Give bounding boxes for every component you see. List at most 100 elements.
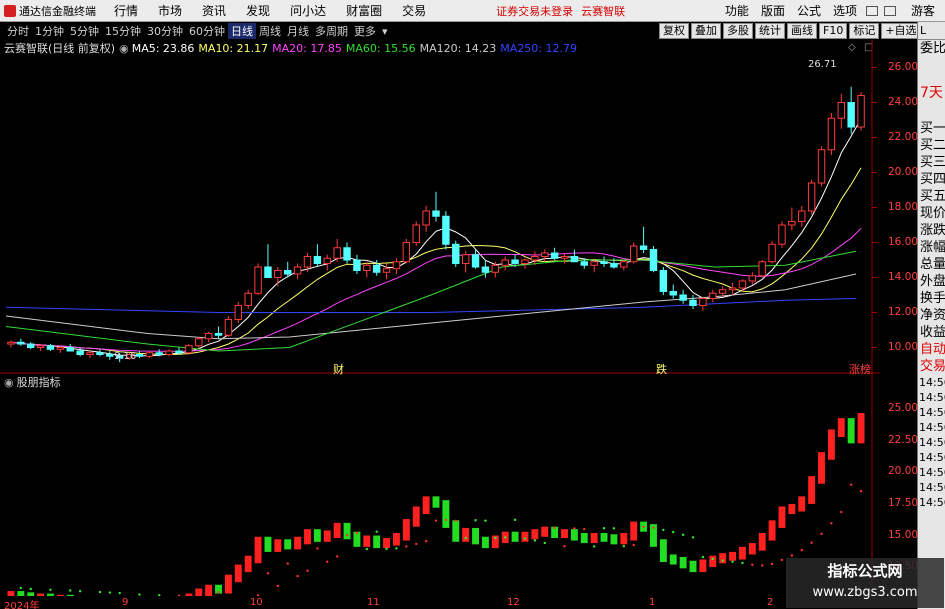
period-monthly[interactable]: 月线: [284, 23, 312, 39]
rp-turnover: 换手: [920, 291, 945, 306]
y-tick-label: 22.50: [888, 433, 919, 446]
candle: [659, 267, 668, 295]
add-favorite-button[interactable]: +自选: [881, 23, 921, 39]
rp-trade[interactable]: 交易: [918, 358, 945, 375]
candle: [778, 221, 786, 248]
trail-dot: [731, 560, 734, 564]
candle: [145, 351, 154, 358]
app-logo-icon: [4, 4, 16, 17]
y-tick-label: 18.00: [888, 200, 919, 213]
candle: [343, 242, 351, 264]
indicator-bar: [709, 555, 717, 568]
indicator-bar: [185, 593, 193, 596]
rp-auto[interactable]: 自动: [918, 341, 945, 358]
menu-layout[interactable]: 版面: [755, 2, 791, 19]
event-top-gainer[interactable]: 涨榜: [849, 361, 871, 377]
candlestick-chart[interactable]: [0, 40, 880, 374]
indicator-bar: [689, 560, 697, 573]
menu-news[interactable]: 资讯: [192, 2, 236, 19]
menu-discover[interactable]: 发现: [236, 2, 280, 19]
period-15min[interactable]: 15分钟: [102, 23, 144, 39]
trail-dot: [217, 591, 220, 594]
trade-login-warning[interactable]: 证券交易未登录: [492, 3, 577, 19]
draw-line-button[interactable]: 画线: [787, 23, 817, 39]
period-intraday[interactable]: 分时: [4, 23, 32, 39]
trail-dot: [385, 547, 388, 551]
trail-dot: [276, 584, 280, 588]
indicator-bar: [738, 546, 746, 560]
trail-dot: [355, 531, 359, 535]
trail-dot: [108, 591, 111, 594]
period-more[interactable]: 更多: [351, 23, 379, 39]
candle: [86, 351, 94, 358]
rp-net-assets: 净资: [920, 308, 945, 323]
window-layout-icon[interactable]: [883, 5, 896, 16]
candle: [788, 207, 796, 231]
y-tick-label: 15.00: [888, 528, 919, 541]
watermark: 指标公式网 www.zbgs3.com: [786, 558, 944, 608]
menu-market-quotes[interactable]: 行情: [104, 2, 148, 19]
trail-dot: [583, 527, 586, 531]
trail-dot: [365, 547, 369, 551]
x-label: 9: [122, 597, 129, 608]
candle: [689, 295, 697, 309]
candles: [7, 86, 865, 363]
trail-dot: [721, 559, 724, 562]
y-tick-label: 25.00: [888, 402, 919, 415]
trail-dot: [681, 533, 685, 536]
event-drop[interactable]: 跌: [656, 361, 667, 377]
adjust-button[interactable]: 复权: [659, 23, 689, 39]
chevron-down-icon[interactable]: ▾: [379, 25, 391, 38]
statistics-button[interactable]: 统计: [755, 23, 785, 39]
indicator-chart[interactable]: [0, 374, 880, 596]
menu-function[interactable]: 功能: [719, 2, 755, 19]
period-daily[interactable]: 日线: [228, 23, 256, 39]
guest-user[interactable]: 游客: [899, 2, 945, 19]
watermark-title: 指标公式网: [827, 562, 903, 580]
indicator-bar: [323, 530, 331, 542]
candle: [96, 349, 104, 357]
rp-change-pct: 涨幅: [920, 240, 945, 255]
candle: [382, 263, 391, 280]
indicator-bar: [205, 584, 213, 596]
overlay-button[interactable]: 叠加: [691, 23, 721, 39]
indicator-bar: [659, 539, 667, 563]
menu-formula[interactable]: 公式: [791, 2, 827, 19]
indicator-bar: [313, 529, 321, 542]
trail-dot: [69, 589, 72, 592]
trail-dot: [415, 542, 418, 546]
f10-button[interactable]: F10: [819, 23, 848, 39]
mark-button[interactable]: 标记: [849, 23, 880, 39]
indicator-bar: [808, 476, 816, 504]
trail-dot: [118, 591, 121, 595]
trail-dot: [810, 541, 813, 544]
period-5min[interactable]: 5分钟: [67, 23, 102, 39]
indicator-bar: [561, 529, 568, 539]
menu-trade[interactable]: 交易: [392, 2, 436, 19]
period-multi[interactable]: 多周期: [312, 23, 351, 39]
menu-market[interactable]: 市场: [148, 2, 192, 19]
window-restore-icon[interactable]: [865, 5, 878, 16]
candle: [165, 349, 173, 357]
candle: [590, 260, 598, 273]
period-30min[interactable]: 30分钟: [144, 23, 186, 39]
ma120-line: [5, 273, 857, 340]
event-financial[interactable]: 财: [333, 361, 344, 377]
candle: [412, 221, 420, 246]
rp-bid4: 买四: [920, 172, 945, 187]
period-60min[interactable]: 60分钟: [186, 23, 228, 39]
trail-dot: [98, 590, 102, 594]
app-logo: 通达信金融终端: [0, 3, 104, 19]
candle: [402, 239, 411, 264]
period-weekly[interactable]: 周线: [256, 23, 284, 39]
candle: [214, 326, 223, 339]
multi-stock-button[interactable]: 多股: [723, 23, 753, 39]
menu-options[interactable]: 选项: [827, 2, 863, 19]
rp-bid2: 买二: [920, 138, 945, 153]
rp-7day[interactable]: 7天: [918, 85, 945, 102]
menu-ask[interactable]: 问小达: [280, 2, 336, 19]
menu-wealth-circle[interactable]: 财富圈: [336, 2, 392, 19]
period-1min[interactable]: 1分钟: [32, 23, 67, 39]
candle: [363, 261, 371, 278]
candle: [639, 226, 648, 253]
